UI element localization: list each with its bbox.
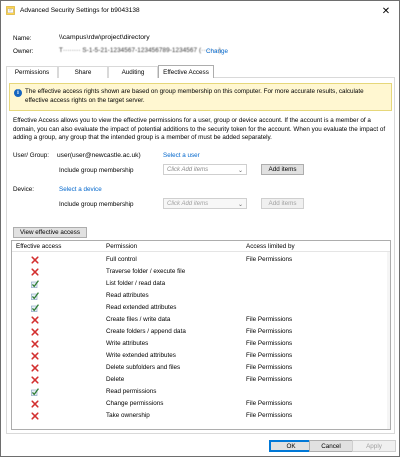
view-effective-access-button[interactable]: View effective access	[13, 227, 87, 238]
table-row[interactable]: Traverse folder / execute file	[12, 266, 390, 278]
tab-strip: Permissions Share Auditing Effective Acc…	[6, 65, 395, 78]
access-limited-by: File Permissions	[246, 328, 293, 335]
access-limited-by: File Permissions	[246, 256, 293, 263]
table-row[interactable]: Read permissions	[12, 386, 390, 398]
title-bar: Advanced Security Settings for b9043138 …	[1, 1, 399, 21]
owner-value: T········ S-1-5-21-1234567-123456789-123…	[59, 47, 221, 54]
security-shield-icon	[6, 6, 15, 15]
column-permission[interactable]: Permission	[106, 243, 137, 250]
effective-access-description: Effective Access allows you to view the …	[13, 117, 386, 141]
permission-name: Read attributes	[106, 292, 149, 299]
chevron-down-icon: ⌄	[237, 168, 243, 174]
denied-x-icon	[31, 364, 39, 372]
change-owner-link[interactable]: Change	[206, 48, 228, 55]
access-limited-by: File Permissions	[246, 376, 293, 383]
denied-x-icon	[31, 352, 39, 360]
select-device-link[interactable]: Select a device	[59, 186, 102, 193]
permission-name: Read extended attributes	[106, 304, 177, 311]
table-row[interactable]: Create folders / append data File Permiss…	[12, 326, 390, 338]
permission-name: Create files / write data	[106, 316, 171, 323]
access-limited-by: File Permissions	[246, 352, 293, 359]
access-limited-by: File Permissions	[246, 400, 293, 407]
device-include-group-label: Include group membership	[59, 201, 134, 208]
security-settings-window: Advanced Security Settings for b9043138 …	[0, 0, 400, 457]
table-row[interactable]: Write attributes File Permissions	[12, 338, 390, 350]
owner-label: Owner:	[13, 48, 34, 55]
select-user-link[interactable]: Select a user	[163, 152, 200, 159]
apply-button[interactable]: Apply	[352, 440, 396, 452]
device-add-items-button[interactable]: Add items	[261, 198, 304, 209]
access-limited-by: File Permissions	[246, 412, 293, 419]
table-row[interactable]: Take ownership File Permissions	[12, 410, 390, 422]
denied-x-icon	[31, 412, 39, 420]
user-include-group-label: Include group membership	[59, 167, 134, 174]
denied-x-icon	[31, 256, 39, 264]
info-icon: i	[14, 89, 22, 97]
denied-x-icon	[31, 268, 39, 276]
access-limited-by: File Permissions	[246, 364, 293, 371]
table-row[interactable]: Read extended attributes	[12, 302, 390, 314]
table-row[interactable]: Delete File Permissions	[12, 374, 390, 386]
access-limited-by: File Permissions	[246, 340, 293, 347]
user-group-dropdown[interactable]: Click Add items ⌄	[163, 164, 247, 175]
object-path: \\campus\rdw\project\directory	[59, 34, 150, 41]
permission-name: Change permissions	[106, 400, 164, 407]
permission-name: Delete subfolders and files	[106, 364, 181, 371]
close-button[interactable]: ✕	[375, 2, 397, 20]
table-header: Effective access Permission Access limit…	[12, 241, 390, 252]
device-group-dropdown[interactable]: Click Add items ⌄	[163, 198, 247, 209]
tab-effective-access[interactable]: Effective Access	[158, 65, 214, 78]
table-row[interactable]: Write extended attributes File Permission…	[12, 350, 390, 362]
user-group-label: User/ Group:	[13, 152, 50, 159]
denied-x-icon	[31, 340, 39, 348]
tab-auditing[interactable]: Auditing	[108, 66, 158, 78]
allowed-check-icon	[31, 304, 39, 312]
table-row[interactable]: Read attributes	[12, 290, 390, 302]
allowed-check-icon	[31, 280, 39, 288]
permission-name: Read permissions	[106, 388, 157, 395]
permission-name: Write attributes	[106, 340, 149, 347]
device-group-dropdown-placeholder: Click Add items	[167, 200, 209, 207]
selected-user-value: user(user@newcastle.ac.uk)	[57, 152, 141, 159]
table-row[interactable]: Change permissions File Permissions	[12, 398, 390, 410]
allowed-check-icon	[31, 388, 39, 396]
close-icon: ✕	[381, 5, 391, 17]
denied-x-icon	[31, 376, 39, 384]
permission-name: Delete	[106, 376, 125, 383]
denied-x-icon	[31, 328, 39, 336]
permission-name: Full control	[106, 256, 137, 263]
device-label: Device:	[13, 186, 34, 193]
column-effective-access[interactable]: Effective access	[16, 243, 61, 250]
table-row[interactable]: Full control File Permissions	[12, 254, 390, 266]
permission-name: Write extended attributes	[106, 352, 176, 359]
permission-name: Take ownership	[106, 412, 150, 419]
table-row[interactable]: Create files / write data File Permission…	[12, 314, 390, 326]
access-limited-by: File Permissions	[246, 316, 293, 323]
column-access-limited-by[interactable]: Access limited by	[246, 243, 295, 250]
permission-name: List folder / read data	[106, 280, 166, 287]
table-scrollbar[interactable]	[387, 252, 390, 429]
permission-name: Create folders / append data	[106, 328, 186, 335]
effective-access-table: Effective access Permission Access limit…	[11, 240, 391, 430]
table-row[interactable]: List folder / read data	[12, 278, 390, 290]
ok-button[interactable]: OK	[269, 440, 313, 452]
user-add-items-button[interactable]: Add items	[261, 164, 304, 175]
cancel-button[interactable]: Cancel	[309, 440, 353, 452]
info-banner: i The effective access rights shown are …	[9, 83, 392, 111]
name-label: Name:	[13, 35, 32, 42]
window-title: Advanced Security Settings for b9043138	[20, 7, 140, 14]
user-group-dropdown-placeholder: Click Add items	[167, 166, 209, 173]
info-text: The effective access rights shown are ba…	[25, 88, 364, 104]
permission-name: Traverse folder / execute file	[106, 268, 186, 275]
tab-permissions[interactable]: Permissions	[6, 66, 58, 78]
tab-share[interactable]: Share	[58, 66, 108, 78]
denied-x-icon	[31, 400, 39, 408]
chevron-down-icon: ⌄	[237, 202, 243, 208]
allowed-check-icon	[31, 292, 39, 300]
table-row[interactable]: Delete subfolders and files File Permissi…	[12, 362, 390, 374]
denied-x-icon	[31, 316, 39, 324]
